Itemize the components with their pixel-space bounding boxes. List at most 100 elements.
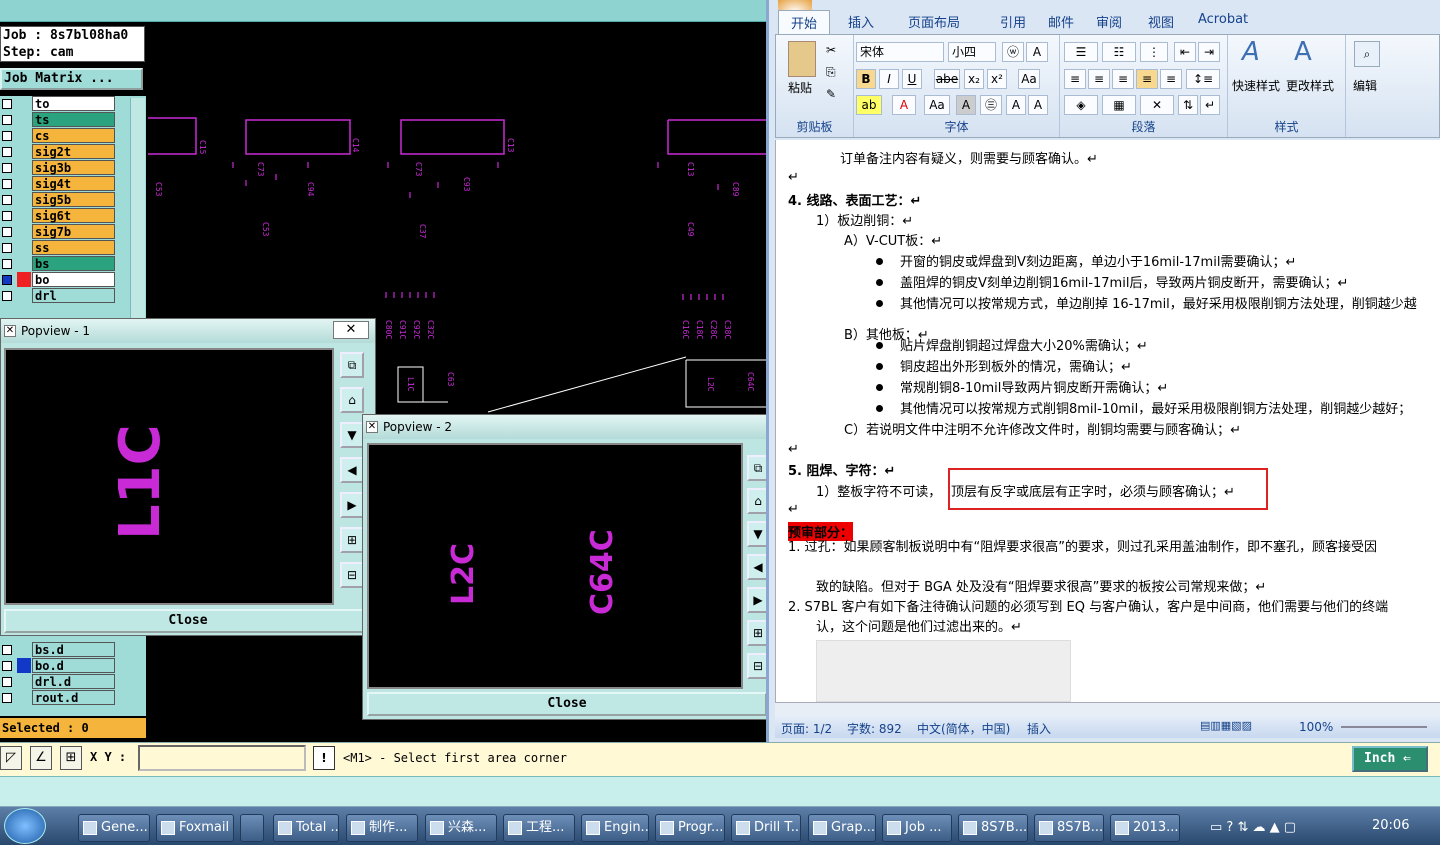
char-shading-icon[interactable]: A [956,95,976,115]
layer-row[interactable]: sig5b [0,192,116,208]
popview-2-canvas[interactable]: L2C C64C [367,443,743,689]
sort-icon[interactable]: ⇅ [1178,95,1198,115]
layer-scrollbar[interactable] [130,98,145,324]
layer-name[interactable]: bo.d [32,658,115,673]
bold-icon[interactable]: B [856,69,876,89]
document-page[interactable]: 订单备注内容有疑义，则需要与顾客确认。↵ ↵ 4. 线路、表面工艺：↵ 1）板边削铜：… [775,140,1440,702]
grid-tool-icon[interactable]: ⊞ [60,746,82,770]
layer-checkbox[interactable] [2,227,12,237]
format-painter-icon[interactable]: ✎ [826,87,836,101]
layer-checkbox[interactable] [2,147,12,157]
line-spacing-icon[interactable]: ↕≡ [1186,69,1220,89]
layer-checkbox[interactable] [2,693,12,703]
layer-checkbox[interactable] [2,291,12,301]
layer-name[interactable]: cs [32,128,115,143]
shading-icon[interactable]: ◈ [1064,95,1098,115]
layer-name[interactable]: sig7b [32,224,115,239]
edit-label[interactable]: 编辑 [1353,77,1377,94]
taskbar-item[interactable]: 制作... [346,814,418,842]
chinese-layout-icon[interactable]: ✕ [1140,95,1174,115]
zoom-slider[interactable] [1341,726,1427,728]
numbering-icon[interactable]: ☷ [1102,42,1136,62]
strikethrough-icon[interactable]: abe [934,69,960,89]
tab-1[interactable]: 插入 [848,12,874,31]
layer-checkbox[interactable] [2,211,12,221]
tab-7[interactable]: Acrobat [1198,12,1248,27]
xy-input[interactable] [138,745,306,771]
layer-row[interactable]: sig7b [0,224,116,240]
layer-row[interactable]: bs [0,256,116,272]
change-case-icon[interactable]: Aa [924,95,950,115]
layer-checkbox[interactable] [2,99,12,109]
layer-name[interactable]: to [32,96,115,111]
show-marks-icon[interactable]: ↵ [1200,95,1220,115]
tab-2[interactable]: 页面布局 [908,12,960,31]
view-buttons-icon[interactable]: ▤▥▦▧▨ [1200,719,1252,732]
zoom-fit-icon[interactable]: ⧉ [340,352,364,378]
layer-name[interactable]: sig5b [32,192,115,207]
layer-row[interactable]: bs.d [0,642,116,658]
font-color-icon[interactable]: A [892,95,916,115]
layer-name[interactable]: bo [32,272,115,287]
layer-row[interactable]: rout.d [0,690,116,706]
find-icon[interactable]: ⌕ [1354,41,1380,67]
align-center-icon[interactable]: ≡ [1088,69,1110,89]
font-size-select[interactable]: 小四 [948,42,996,62]
phonetic-icon[interactable]: ⓦ [1002,42,1024,62]
language-status[interactable]: 中文(简体，中国) [917,720,1010,737]
units-button[interactable]: Inch ⇐ [1352,746,1428,772]
layer-checkbox[interactable] [2,275,12,285]
popview-1-canvas[interactable]: L1C [4,348,334,605]
paste-icon[interactable] [788,41,816,77]
layer-checkbox[interactable] [2,645,12,655]
alert-icon[interactable]: ! [313,746,335,770]
layer-checkbox[interactable] [2,259,12,269]
horizontal-scrollbar[interactable] [775,702,1440,716]
arrow-down-icon[interactable]: ▼ [340,422,364,448]
char-border-icon[interactable]: A [1026,42,1048,62]
zoom-level[interactable]: 100% [1299,720,1333,734]
change-styles-label[interactable]: 更改样式 [1286,77,1334,94]
popview-2-close-button[interactable]: Close [367,692,767,716]
taskbar-item[interactable]: Progr... [655,814,725,842]
tab-3[interactable]: 引用 [1000,12,1026,31]
taskbar-item[interactable]: Foxmail [156,814,234,842]
borders-icon[interactable]: ▦ [1102,95,1136,115]
layer-checkbox[interactable] [2,179,12,189]
tab-5[interactable]: 审阅 [1096,12,1122,31]
home-icon[interactable]: ⌂ [340,387,364,413]
layer-row[interactable]: sig2t [0,144,116,160]
page-status[interactable]: 页面: 1/2 [781,720,832,737]
taskbar-item[interactable]: 工程... [503,814,575,842]
align-right-icon[interactable]: ≡ [1112,69,1134,89]
layer-checkbox[interactable] [2,661,12,671]
taskbar-item[interactable]: Grap... [808,814,876,842]
layer-checkbox[interactable] [2,115,12,125]
taskbar-item[interactable]: 8S7B... [958,814,1028,842]
justify-icon[interactable]: ≡ [1136,69,1158,89]
align-left-icon[interactable]: ≡ [1064,69,1086,89]
layer-name[interactable]: ss [32,240,115,255]
copy-icon[interactable]: ⎘ [826,65,836,80]
underline-icon[interactable]: U [902,69,922,89]
enclose-char-icon[interactable]: ㊂ [980,95,1002,115]
multilevel-list-icon[interactable]: ⋮ [1140,42,1168,62]
layer-row[interactable]: ts [0,112,116,128]
insert-mode-status[interactable]: 插入 [1027,720,1051,737]
layer-row[interactable]: sig4t [0,176,116,192]
taskbar-item[interactable]: Engin... [581,814,649,842]
layer-row[interactable]: bo.d [0,658,116,674]
taskbar-item[interactable]: Job ... [882,814,952,842]
quick-styles-icon[interactable]: A [1242,37,1260,67]
layer-name[interactable]: bs [32,256,115,271]
layer-name[interactable]: sig3b [32,160,115,175]
select-tool-icon[interactable]: ◸ [0,746,22,770]
arrow-right-icon[interactable]: ▶ [340,492,364,518]
job-matrix-button[interactable]: Job Matrix ... [0,68,143,90]
layer-checkbox[interactable] [2,131,12,141]
layer-name[interactable]: drl.d [32,674,115,689]
layer-checkbox[interactable] [2,195,12,205]
embedded-image[interactable] [816,640,1071,702]
layer-checkbox[interactable] [2,163,12,173]
layer-row[interactable]: ss [0,240,116,256]
